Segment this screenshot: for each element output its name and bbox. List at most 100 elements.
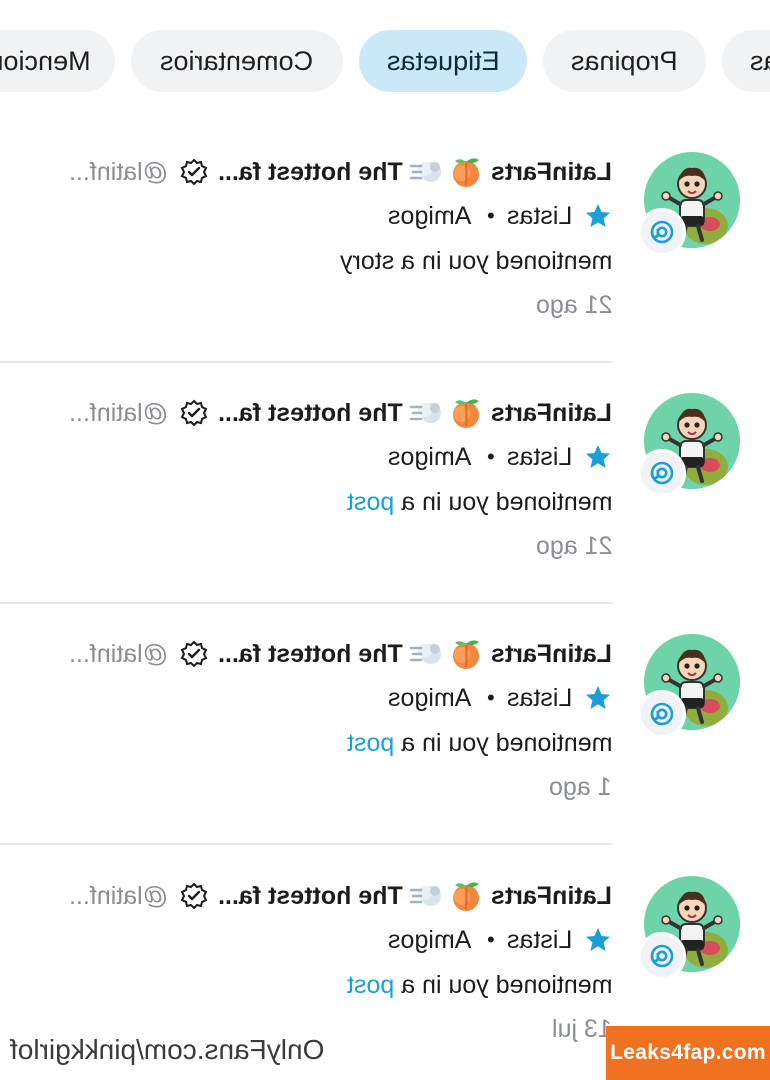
lists-label: Listas [506,442,572,471]
notification-header-row: @latinf... The hottest fa... LatinFarts [59,637,612,671]
user-display-name[interactable]: LatinFarts [491,399,612,428]
time-row: 21 ago [536,529,612,563]
notification-header-row: @latinf... The hottest fa... LatinFarts [59,879,612,913]
list-name[interactable]: Amigos [388,443,471,472]
tab-label: Comentarios [160,46,314,76]
tab-todas[interactable]: Todas [722,30,770,92]
tab-etiquetas[interactable]: Etiquetas [359,30,527,92]
message-text: mentioned you in a story [339,246,612,275]
timestamp: 21 ago [535,531,612,560]
dash-emoji [409,398,443,428]
message-space [394,729,401,757]
message-row: mentioned you in a post [347,484,612,520]
user-display-name[interactable]: LatinFarts [491,882,612,911]
notifications-page: Todas Propinas Etiquetas Comentarios Men… [0,0,770,1080]
tab-label: Propinas [571,46,678,76]
post-link[interactable]: post [347,729,394,757]
lists-label: Listas [506,683,572,712]
notification-header-row: @latinf... The hottest fa... LatinFarts [59,155,612,189]
lists-label: Listas [506,925,572,954]
avatar-container[interactable] [638,393,740,497]
star-icon [584,926,612,954]
message-row: mentioned you in a post [347,725,612,761]
message-text: mentioned you in a [400,970,612,999]
time-row: 1 ago [549,770,612,804]
mention-badge [638,449,686,497]
mention-at-icon [650,220,674,244]
list-separator: • [486,927,495,952]
message-space [394,488,401,516]
avatar-container[interactable] [638,152,740,256]
peach-emoji [449,879,483,913]
message-row: mentioned you in a post [347,967,612,1003]
verified-badge-icon [180,640,208,668]
message-text: mentioned you in a [400,487,612,516]
tab-menciones[interactable]: Menciones [0,30,115,92]
message-wrapper: mentioned you in a story [340,247,612,276]
verified-badge-icon [180,882,208,910]
user-handle[interactable]: @latinf... [69,882,168,911]
user-description: The hottest fa... [218,639,404,668]
message-wrapper: mentioned you in a post [347,971,612,1000]
post-link[interactable]: post [347,488,394,516]
lists-row: Amigos • Listas [372,923,612,957]
peach-emoji [449,637,483,671]
tab-label: Todas [750,46,770,76]
lists-row: Amigos • Listas [372,199,612,233]
mention-badge [638,690,686,738]
notification-item[interactable]: @latinf... The hottest fa... LatinFarts … [0,122,770,363]
dash-emoji [409,881,443,911]
peach-emoji [449,396,483,430]
mention-at-icon [650,702,674,726]
list-separator: • [486,685,495,710]
star-icon [584,443,612,471]
mention-at-icon [650,461,674,485]
user-display-name[interactable]: LatinFarts [491,158,612,187]
message-wrapper: mentioned you in a post [347,729,612,758]
time-row: 13 jul [552,1012,612,1046]
mention-badge [638,932,686,980]
post-link[interactable]: post [347,971,394,999]
user-handle[interactable]: @latinf... [69,640,168,669]
timestamp: 21 ago [535,290,612,319]
message-wrapper: mentioned you in a post [347,488,612,517]
mention-at-icon [650,944,674,968]
tab-label: Menciones [0,46,91,76]
notification-item[interactable]: @latinf... The hottest fa... LatinFarts … [0,363,770,604]
list-name[interactable]: Amigos [388,202,471,231]
avatar-container[interactable] [638,876,740,980]
watermark-text: OnlyFans.com/pinkkgirlof [10,1034,324,1066]
divider [0,843,613,845]
tab-comentarios[interactable]: Comentarios [131,30,343,92]
lists-label: Listas [506,201,572,230]
time-row: 21 ago [536,288,612,322]
dash-emoji [409,639,443,669]
user-description: The hottest fa... [218,398,404,427]
dash-emoji [409,157,443,187]
list-separator: • [486,444,495,469]
message-space [394,971,401,999]
user-handle[interactable]: @latinf... [69,158,168,187]
tab-label: Etiquetas [386,46,500,76]
timestamp: 1 ago [549,772,612,801]
avatar-container[interactable] [638,634,740,738]
peach-emoji [449,155,483,189]
list-name[interactable]: Amigos [388,684,471,713]
lists-row: Amigos • Listas [372,440,612,474]
timestamp: 13 jul [552,1014,612,1043]
lists-row: Amigos • Listas [372,681,612,715]
notification-item[interactable]: @latinf... The hottest fa... LatinFarts … [0,604,770,845]
list-name[interactable]: Amigos [388,926,471,955]
user-description: The hottest fa... [218,157,404,186]
verified-badge-icon [180,399,208,427]
notification-header-row: @latinf... The hottest fa... LatinFarts [59,396,612,430]
list-separator: • [486,203,495,228]
verified-badge-icon [180,158,208,186]
star-icon [584,684,612,712]
user-display-name[interactable]: LatinFarts [491,640,612,669]
brand-logo[interactable]: Leaks4fap.com [606,1026,770,1080]
tab-propinas[interactable]: Propinas [543,30,706,92]
user-handle[interactable]: @latinf... [69,399,168,428]
message-row: mentioned you in a story [340,243,612,279]
star-icon [584,202,612,230]
